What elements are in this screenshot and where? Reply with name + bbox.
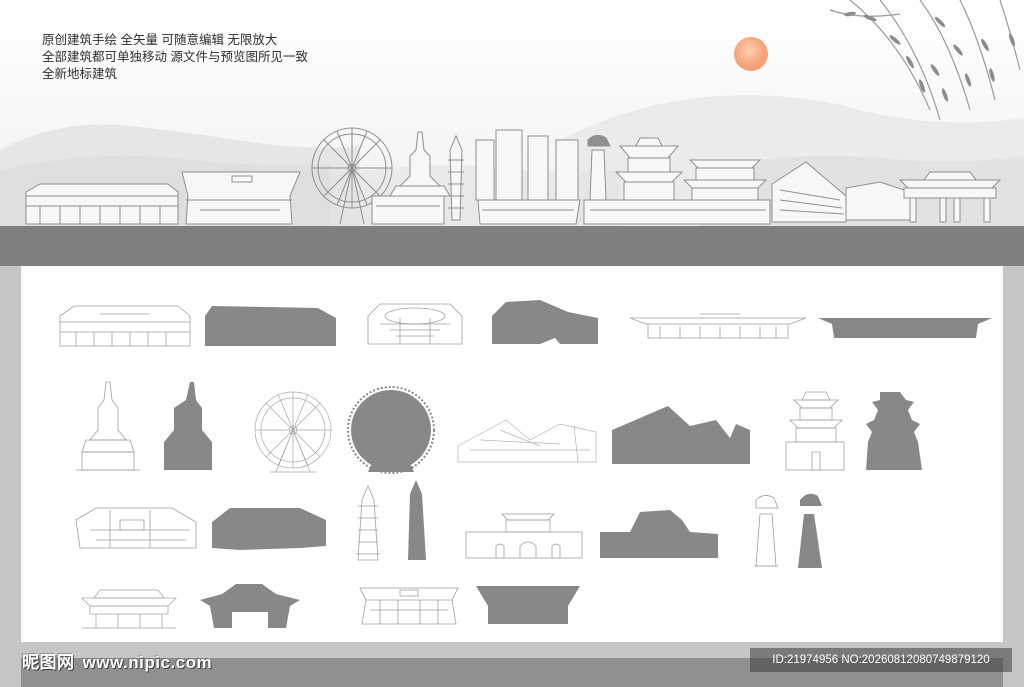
- archway-outline-icon: [81, 589, 177, 629]
- horse-monument-silhouette-icon: [798, 493, 822, 568]
- site-watermark: 昵图网 www.nipic.com: [22, 648, 220, 673]
- city-gate-outline-icon: [465, 513, 583, 559]
- sun-icon: [734, 37, 768, 71]
- ground-band: [0, 226, 1024, 266]
- caption-line: 全部建筑都可单独移动 源文件与预览图所见一致: [42, 50, 308, 64]
- brick-pagoda-silhouette-icon: [408, 480, 426, 560]
- pavilion-tower-outline-icon: [785, 391, 845, 471]
- railway-station-outline-icon: [629, 313, 807, 339]
- stadium-silhouette-icon: [476, 586, 580, 624]
- site-url: www.nipic.com: [82, 653, 213, 672]
- caption-line: 全新地标建筑: [42, 67, 118, 81]
- pavilion-tower-silhouette-icon: [866, 392, 922, 470]
- brick-pagoda-outline-icon: [356, 484, 380, 561]
- archway-silhouette-icon: [200, 584, 300, 628]
- exhibition-hall-outline-icon: [367, 303, 463, 345]
- white-pagoda-silhouette-icon: [164, 382, 212, 470]
- image-id-label: ID:21974956 NO:20260812080749879120: [750, 648, 1012, 672]
- modern-arena-silhouette-icon: [612, 406, 750, 464]
- museum-silhouette-icon: [205, 306, 336, 346]
- library-silhouette-icon: [212, 508, 326, 550]
- library-outline-icon: [75, 507, 197, 549]
- ferris-wheel-outline-icon: [254, 391, 332, 473]
- railway-station-silhouette-icon: [818, 318, 992, 338]
- city-gate-silhouette-icon: [600, 510, 718, 558]
- white-pagoda-outline-icon: [76, 381, 140, 471]
- stadium-outline-icon: [359, 587, 459, 625]
- caption-block: 原创建筑手绘 全矢量 可随意编辑 无限放大 全部建筑都可单独移动 源文件与预览图…: [42, 32, 308, 83]
- horse-monument-outline-icon: [754, 495, 779, 567]
- site-logo: 昵图网: [22, 653, 75, 672]
- exhibition-hall-silhouette-icon: [492, 300, 598, 344]
- museum-outline-icon: [59, 305, 191, 347]
- building-gallery: [59, 300, 992, 629]
- ferris-wheel-silhouette-icon: [347, 386, 435, 474]
- caption-line: 原创建筑手绘 全矢量 可随意编辑 无限放大: [42, 33, 278, 47]
- modern-arena-outline-icon: [457, 419, 597, 463]
